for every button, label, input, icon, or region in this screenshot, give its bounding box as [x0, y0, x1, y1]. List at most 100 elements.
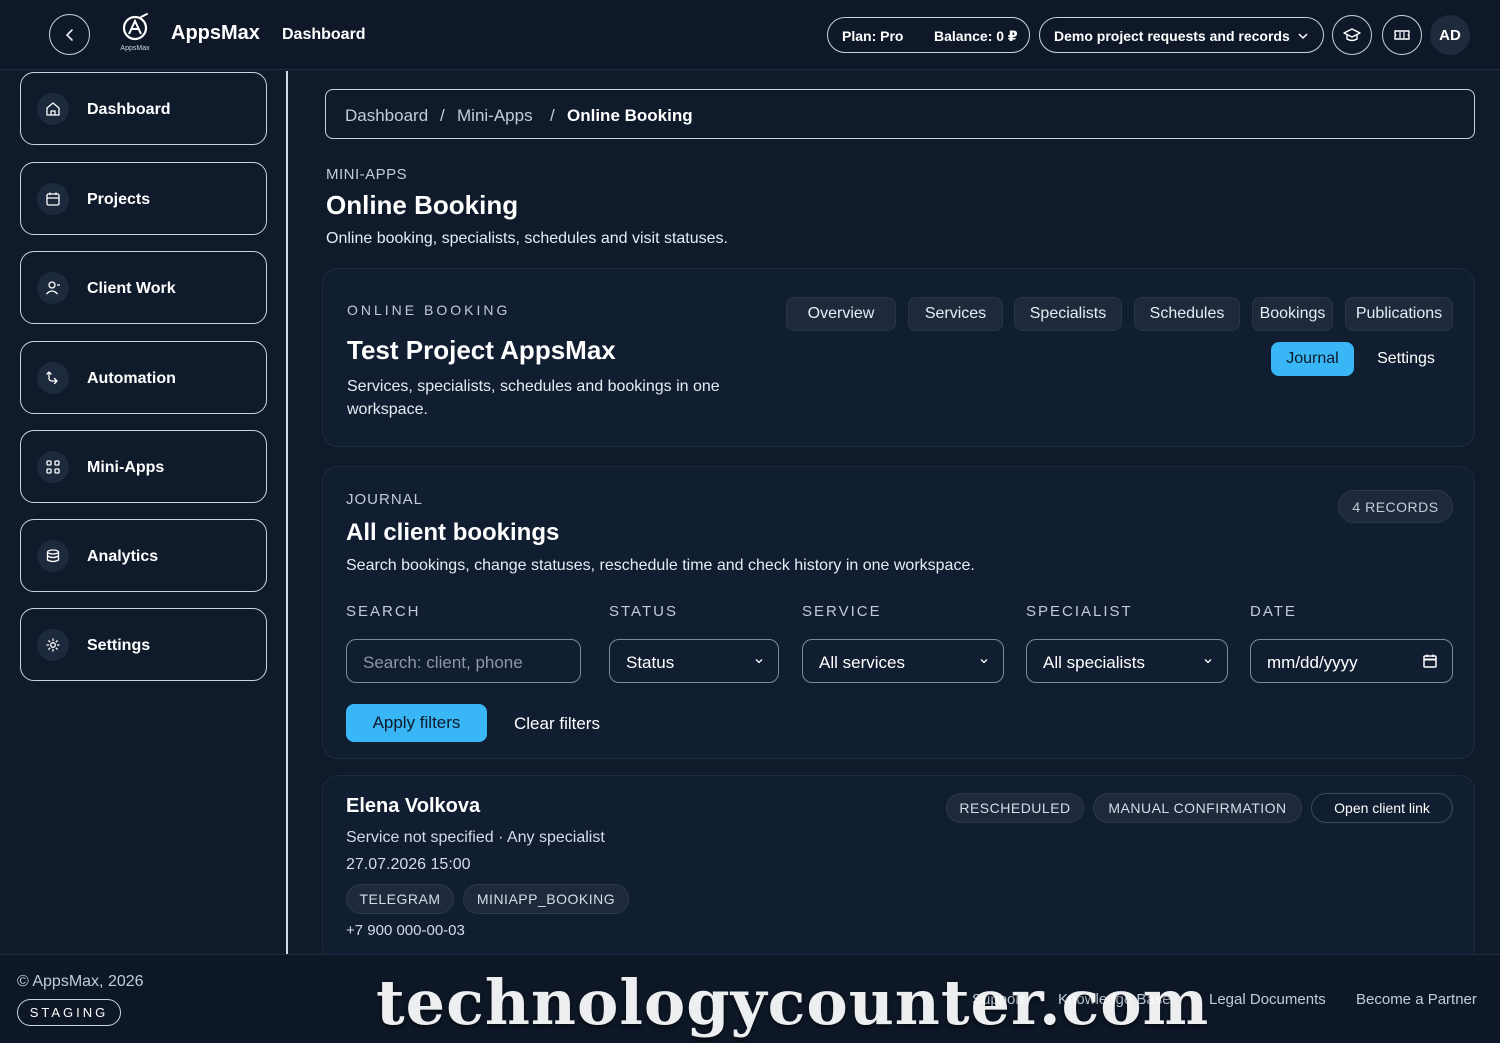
- sidebar-item-client-work[interactable]: Client Work: [20, 251, 267, 324]
- specialist-select[interactable]: All specialists: [1026, 639, 1228, 683]
- project-select[interactable]: Demo project requests and records: [1039, 17, 1324, 53]
- open-client-link-button[interactable]: Open client link: [1311, 793, 1453, 823]
- status-label: STATUS: [609, 603, 678, 620]
- avatar[interactable]: AD: [1430, 15, 1470, 55]
- sidebar: Dashboard Projects Client Work Automatio…: [0, 71, 288, 954]
- top-title: Dashboard: [282, 26, 366, 43]
- sidebar-item-label: Dashboard: [87, 101, 171, 118]
- breadcrumb-separator: /: [440, 106, 445, 125]
- top-bar: AppsMax AppsMax Dashboard Plan: Pro Bala…: [0, 0, 1500, 70]
- tab-overview[interactable]: Overview: [786, 297, 896, 331]
- tab-settings[interactable]: Settings: [1366, 342, 1446, 376]
- footer-link-partner[interactable]: Become a Partner: [1356, 991, 1477, 1008]
- service-label: SERVICE: [802, 603, 882, 620]
- project-title: Test Project AppsMax: [347, 335, 616, 365]
- sidebar-item-label: Projects: [87, 191, 151, 208]
- chevron-down-icon: [755, 659, 763, 664]
- user-icon: [37, 272, 69, 304]
- booking-card: Elena Volkova Service not specified · An…: [322, 775, 1475, 965]
- search-input[interactable]: Search: client, phone: [346, 639, 581, 683]
- status-select-value: Status: [626, 653, 675, 672]
- logo-icon: [122, 13, 148, 41]
- service-specialist-line: Service not specified · Any specialist: [346, 829, 605, 846]
- search-placeholder: Search: client, phone: [363, 653, 523, 672]
- ticket-icon: [1394, 30, 1410, 40]
- database-icon: [37, 540, 69, 572]
- graduation-cap-icon: [1343, 28, 1361, 42]
- sidebar-item-label: Mini-Apps: [87, 459, 165, 476]
- project-card: ONLINE BOOKING Test Project AppsMax Serv…: [322, 268, 1475, 447]
- project-select-value: Demo project requests and records: [1054, 28, 1290, 44]
- journal-eyebrow: JOURNAL: [346, 491, 424, 508]
- date-label: DATE: [1250, 603, 1297, 620]
- copyright: © AppsMax, 2026: [17, 973, 144, 990]
- footer-link-legal[interactable]: Legal Documents: [1209, 991, 1326, 1008]
- app-name: AppsMax: [171, 22, 260, 44]
- chevron-down-icon: [1298, 33, 1308, 40]
- service-select[interactable]: All services: [802, 639, 1004, 683]
- grid-icon: [37, 451, 69, 483]
- sidebar-item-label: Analytics: [87, 548, 159, 565]
- calendar-icon[interactable]: [1422, 653, 1438, 669]
- breadcrumb-separator: /: [550, 106, 555, 125]
- records-count-badge: 4 RECORDS: [1338, 490, 1453, 523]
- chevron-down-icon: [980, 659, 988, 664]
- date-input[interactable]: mm/dd/yyyy: [1250, 639, 1453, 683]
- status-select[interactable]: Status: [609, 639, 779, 683]
- client-name: Elena Volkova: [346, 795, 481, 817]
- home-icon: [37, 93, 69, 125]
- date-placeholder: mm/dd/yyyy: [1267, 653, 1358, 672]
- breadcrumb-item-current: Online Booking: [567, 106, 693, 125]
- status-badge: RESCHEDULED: [946, 793, 1084, 823]
- chevron-down-icon: [1204, 659, 1212, 664]
- plan-label: Plan: Pro: [842, 28, 904, 44]
- section-eyebrow: MINI-APPS: [326, 166, 408, 183]
- clear-filters-button[interactable]: Clear filters: [514, 714, 600, 734]
- search-label: SEARCH: [346, 603, 421, 620]
- chevron-left-icon: [65, 28, 73, 41]
- card-eyebrow: ONLINE BOOKING: [347, 302, 511, 318]
- channel-tag: MINIAPP_BOOKING: [463, 884, 629, 914]
- journal-title: All client bookings: [346, 519, 560, 546]
- source-tag: TELEGRAM: [346, 884, 454, 914]
- journal-card: JOURNAL All client bookings Search booki…: [322, 466, 1475, 759]
- back-button[interactable]: [49, 14, 90, 55]
- client-phone: +7 900 000-00-03: [346, 922, 465, 939]
- apply-filters-button[interactable]: Apply filters: [346, 704, 487, 742]
- tab-bookings[interactable]: Bookings: [1252, 297, 1333, 331]
- page-title: Online Booking: [326, 190, 519, 220]
- tab-journal[interactable]: Journal: [1271, 342, 1354, 376]
- environment-badge: STAGING: [17, 999, 121, 1026]
- breadcrumb-item-dashboard[interactable]: Dashboard: [345, 106, 428, 126]
- service-select-value: All services: [819, 653, 905, 672]
- confirmation-badge: MANUAL CONFIRMATION: [1093, 793, 1302, 823]
- tickets-button[interactable]: [1382, 15, 1422, 55]
- page-description: Online booking, specialists, schedules a…: [326, 230, 728, 247]
- tab-schedules[interactable]: Schedules: [1134, 297, 1240, 331]
- logo-caption: AppsMax: [120, 45, 150, 52]
- sidebar-item-settings[interactable]: Settings: [20, 608, 267, 681]
- booking-datetime: 27.07.2026 15:00: [346, 856, 471, 873]
- calendar-icon: [37, 183, 69, 215]
- breadcrumb-item-mini-apps[interactable]: Mini-Apps: [457, 106, 533, 126]
- sidebar-item-mini-apps[interactable]: Mini-Apps: [20, 430, 267, 503]
- education-button[interactable]: [1332, 15, 1372, 55]
- app-logo[interactable]: AppsMax: [112, 12, 158, 56]
- tab-publications[interactable]: Publications: [1345, 297, 1453, 331]
- sidebar-item-analytics[interactable]: Analytics: [20, 519, 267, 592]
- tab-specialists[interactable]: Specialists: [1014, 297, 1122, 331]
- sidebar-item-label: Settings: [87, 637, 151, 654]
- watermark: technologycounter.com: [376, 966, 1210, 1039]
- sidebar-item-automation[interactable]: Automation: [20, 341, 267, 414]
- project-description: Services, specialists, schedules and boo…: [347, 378, 720, 418]
- tab-services[interactable]: Services: [908, 297, 1003, 331]
- gear-icon: [37, 629, 69, 661]
- plan-balance-pill[interactable]: Plan: Pro Balance: 0 ₽: [827, 17, 1030, 53]
- journal-description: Search bookings, change statuses, resche…: [346, 557, 975, 574]
- specialist-select-value: All specialists: [1043, 653, 1146, 672]
- balance-label: Balance: 0 ₽: [934, 28, 1018, 44]
- specialist-label: SPECIALIST: [1026, 603, 1133, 620]
- sidebar-item-label: Client Work: [87, 280, 176, 297]
- sidebar-item-projects[interactable]: Projects: [20, 162, 267, 235]
- sidebar-item-dashboard[interactable]: Dashboard: [20, 72, 267, 145]
